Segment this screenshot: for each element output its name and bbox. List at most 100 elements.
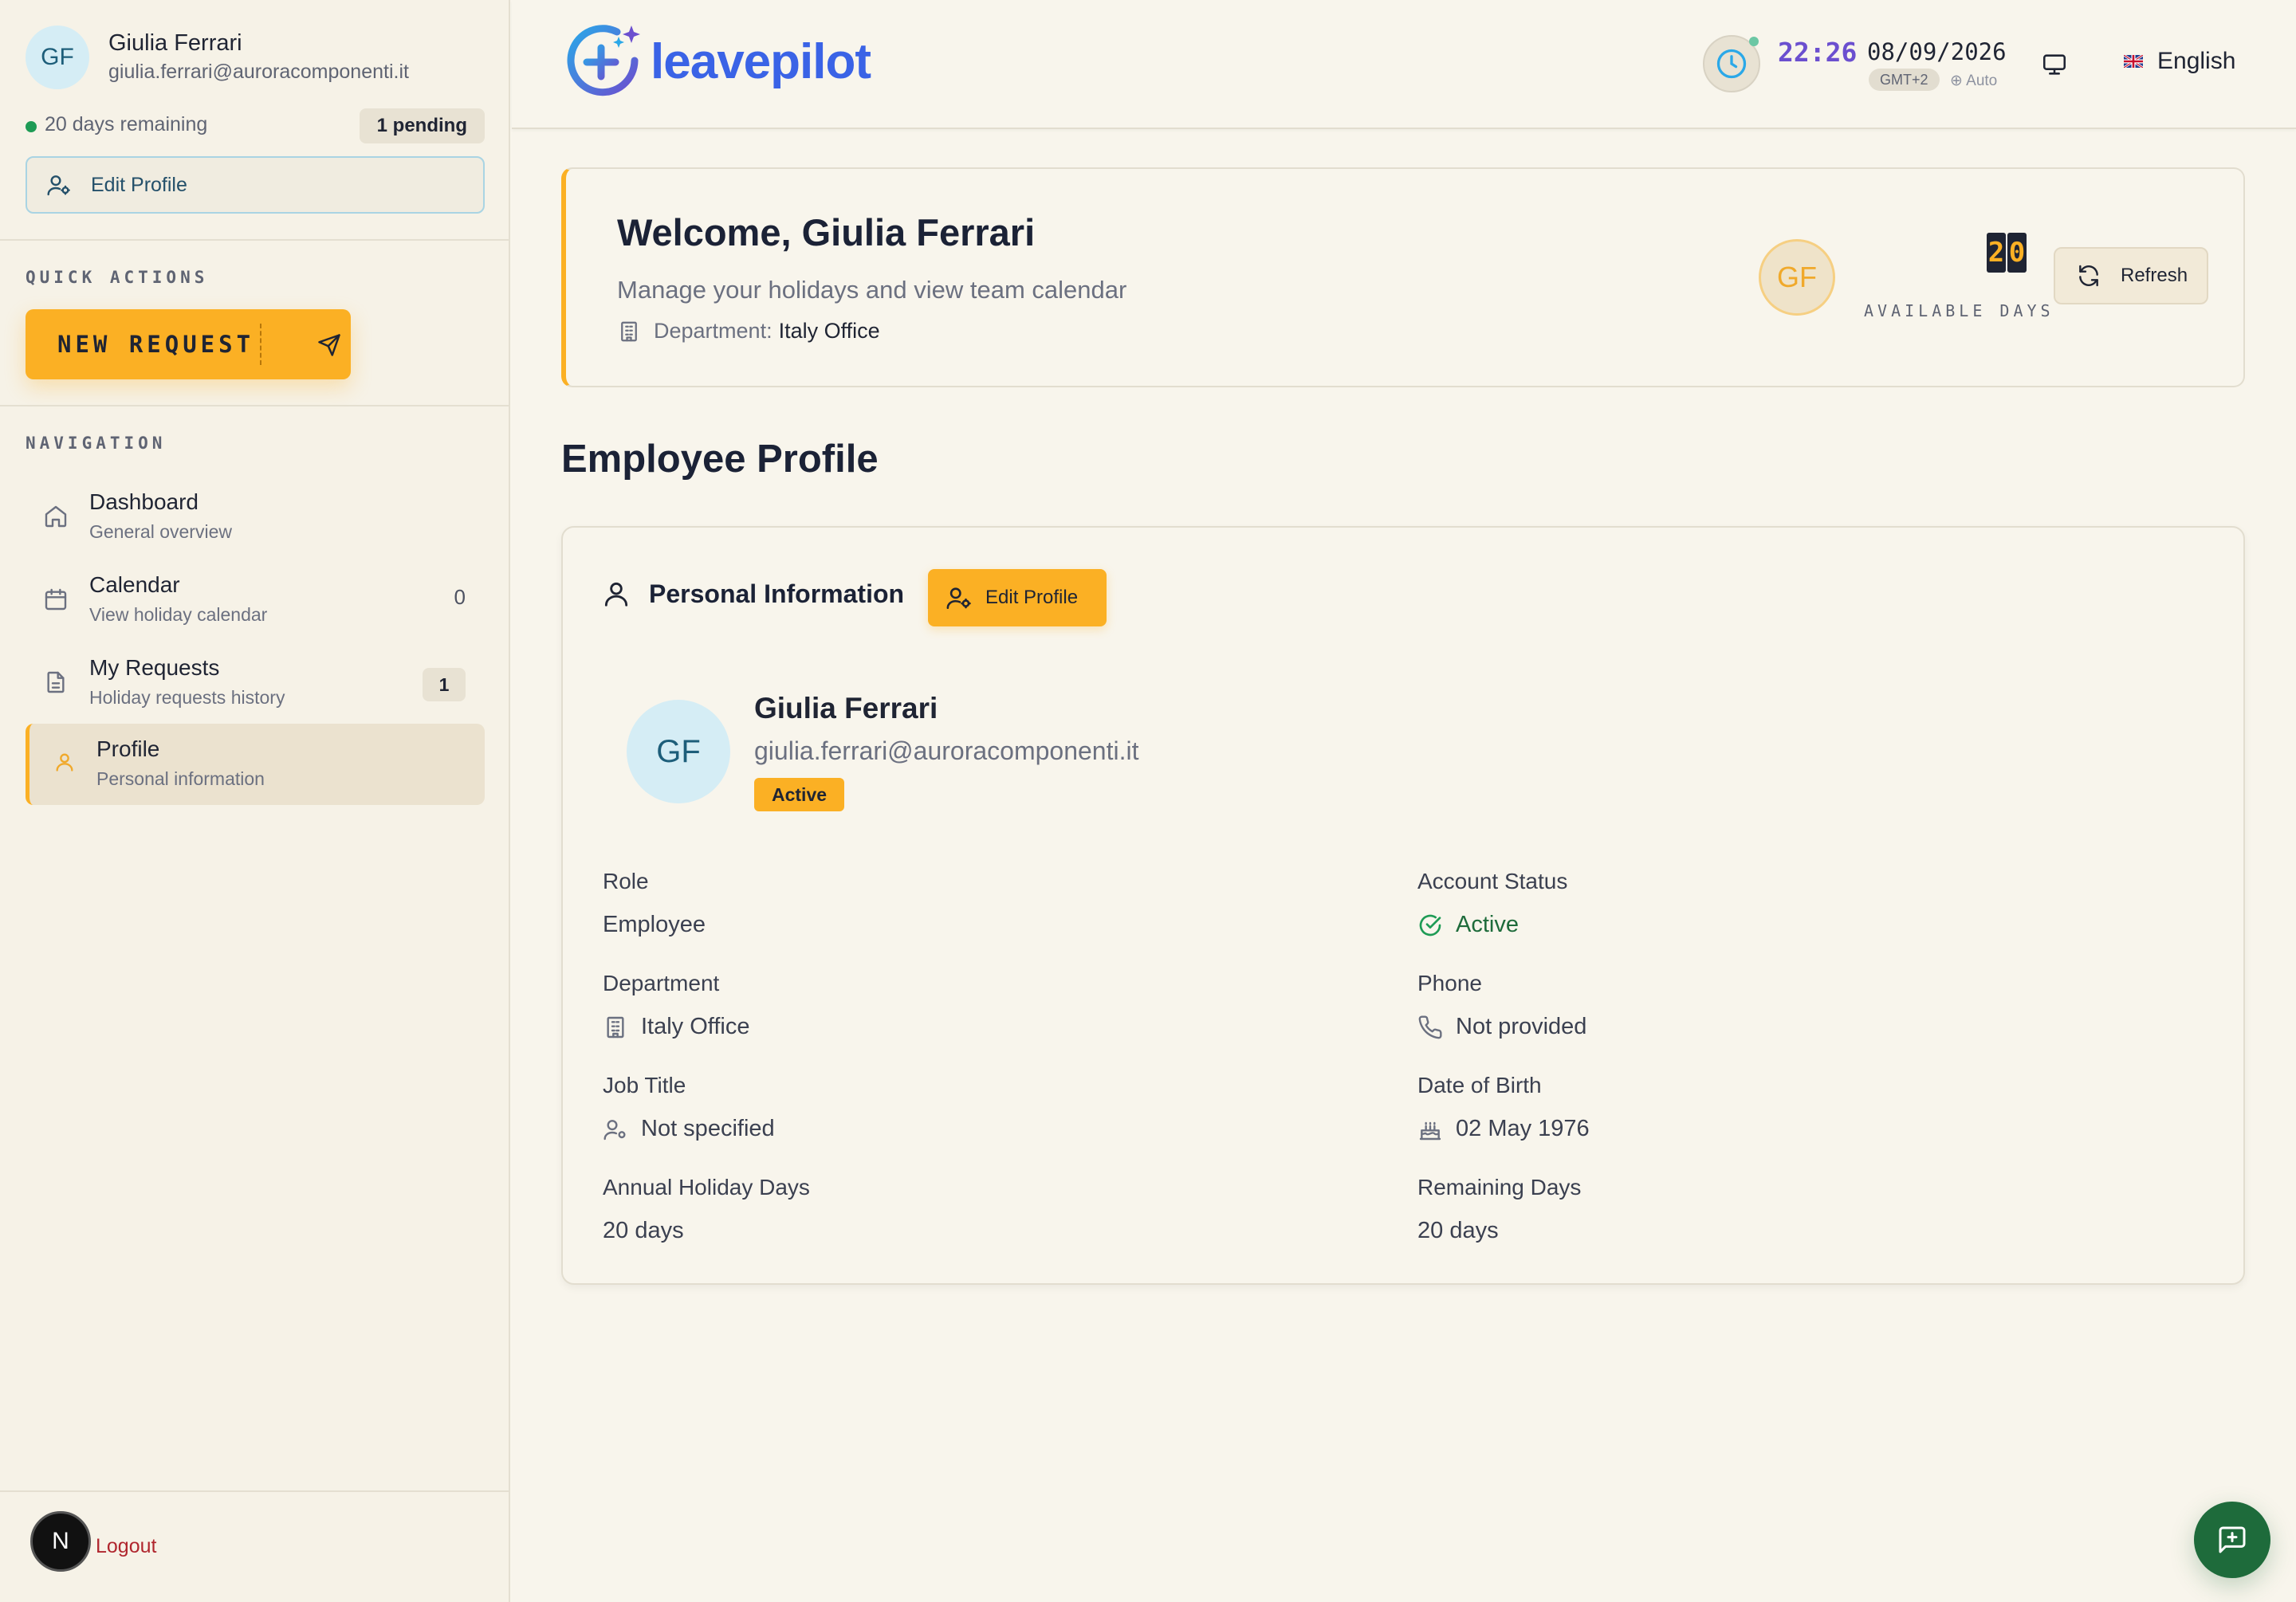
field-date-of-birth: Date of Birth 02 May 1976 [1417, 1073, 1590, 1142]
personal-information-card: Personal Information Edit Profile GF Giu… [561, 526, 2245, 1285]
sidebar-item-title: Dashboard [89, 489, 199, 514]
uk-flag-icon [2124, 55, 2143, 68]
field-role: Role Employee [603, 869, 706, 938]
refresh-button[interactable]: Refresh [2054, 247, 2208, 304]
sidebar-item-subtitle: Personal information [96, 768, 265, 789]
document-icon [47, 671, 65, 693]
online-dot-icon [1749, 37, 1759, 46]
feedback-button[interactable] [2194, 1502, 2270, 1578]
logo-wordmark: leavepilot [651, 34, 871, 89]
field-phone: Phone Not provided [1417, 971, 1586, 1040]
remaining-days-value: 20 days [1417, 1218, 1499, 1243]
field-value: Italy Office [603, 1014, 749, 1040]
phone-value: Not provided [1456, 1014, 1587, 1039]
monitor-icon[interactable] [2041, 51, 2068, 78]
profile-name: Giulia Ferrari [754, 692, 938, 724]
status-dot-icon [26, 121, 37, 132]
days-remaining-text: 20 days remaining [45, 113, 208, 135]
field-label: Phone [1417, 971, 1482, 995]
avatar: GF [26, 26, 89, 89]
language-selector[interactable]: English [2124, 48, 2235, 75]
divider [0, 405, 510, 406]
calendar-icon [45, 588, 67, 611]
field-account-status: Account Status Active [1417, 869, 1567, 938]
sidebar-item-calendar[interactable]: Calendar View holiday calendar 0 [26, 560, 485, 641]
avatar: GF [627, 700, 730, 803]
available-days-label: AVAILABLE DAYS [1864, 301, 2054, 320]
profile-email: giulia.ferrari@auroracomponenti.it [754, 736, 1139, 765]
clock-icon [1716, 49, 1747, 79]
section-title: Personal Information [649, 579, 905, 608]
welcome-department: Department: Italy Office [617, 319, 880, 344]
logo-icon [567, 25, 640, 96]
field-label: Remaining Days [1417, 1175, 1582, 1200]
new-request-button[interactable]: NEW REQUEST [26, 309, 351, 379]
sidebar: GF Giulia Ferrari giulia.ferrari@aurorac… [0, 0, 510, 1602]
divider [0, 1490, 510, 1492]
days-remaining-row: 20 days remaining 1 pending [26, 108, 485, 143]
user-email: giulia.ferrari@auroracomponenti.it [108, 61, 409, 83]
welcome-title: Welcome, Giulia Ferrari [617, 211, 1036, 253]
available-days-counter: 2 0 [1985, 233, 2027, 273]
send-icon [318, 334, 340, 356]
field-department: Department Italy Office [603, 971, 749, 1040]
status-badge: Active [754, 778, 845, 811]
sidebar-item-title: Calendar [89, 572, 180, 597]
refresh-label: Refresh [2121, 265, 2188, 286]
sidebar-item-title: My Requests [89, 655, 220, 680]
section-header: Personal Information [601, 579, 904, 609]
logout-link[interactable]: Logout [96, 1535, 156, 1558]
navigation-heading: NAVIGATION [26, 434, 167, 453]
requests-count-badge: 1 [423, 668, 466, 701]
building-icon [621, 321, 637, 341]
cake-icon [1419, 1121, 1441, 1140]
field-label: Account Status [1417, 869, 1568, 893]
field-value: Employee [603, 912, 706, 938]
field-value: 20 days [603, 1218, 810, 1244]
sidebar-item-dashboard[interactable]: Dashboard General overview [26, 477, 485, 558]
sidebar-item-title: Profile [96, 736, 160, 761]
field-job-title: Job Title Not specified [603, 1073, 775, 1142]
account-status-value: Active [1456, 912, 1519, 937]
user-gear-icon [946, 587, 971, 610]
field-value: 20 days [1417, 1218, 1581, 1244]
department-value: Italy Office [641, 1014, 750, 1039]
user-gear-icon [47, 175, 70, 196]
field-label: Department [603, 971, 720, 995]
current-time: 22:26 [1778, 37, 1858, 68]
edit-profile-button[interactable]: Edit Profile [928, 569, 1107, 626]
dob-value: 02 May 1976 [1456, 1116, 1590, 1141]
sidebar-item-my-requests[interactable]: My Requests Holiday requests history 1 [26, 642, 485, 724]
field-value: Not provided [1417, 1014, 1586, 1040]
language-label: English [2157, 48, 2236, 74]
sidebar-item-profile[interactable]: Profile Personal information [26, 724, 485, 805]
phone-icon [1418, 1015, 1442, 1039]
department-value: Italy Office [778, 319, 880, 343]
timezone-mode: ⊕ Auto [1950, 73, 1998, 89]
field-label: Annual Holiday Days [603, 1175, 810, 1200]
user-name: Giulia Ferrari [108, 30, 242, 56]
divider [0, 239, 510, 241]
current-date: 08/09/2026 [1867, 38, 2007, 65]
timezone-badge: GMT+2 [1869, 69, 1940, 91]
field-label: Role [603, 869, 649, 893]
edit-profile-sidebar-label: Edit Profile [91, 173, 187, 196]
logout-avatar[interactable]: N [30, 1511, 91, 1572]
top-bar: leavepilot 22:26 08/09/2026 GMT+2 ⊕ Auto… [512, 0, 2296, 129]
user-icon [604, 582, 628, 607]
message-plus-icon [2219, 1526, 2246, 1553]
building-icon [607, 1016, 624, 1038]
sidebar-item-subtitle: General overview [89, 521, 232, 542]
edit-profile-sidebar-button[interactable]: Edit Profile [26, 156, 485, 214]
field-value: Not specified [603, 1116, 775, 1142]
page-title: Employee Profile [561, 438, 879, 481]
button-separator [260, 324, 261, 365]
field-value: 02 May 1976 [1417, 1116, 1590, 1142]
pending-badge: 1 pending [359, 108, 485, 143]
sidebar-item-subtitle: View holiday calendar [89, 604, 268, 625]
annual-days-value: 20 days [603, 1218, 684, 1243]
user-icon [56, 753, 73, 772]
new-request-label: NEW REQUEST [57, 331, 255, 358]
department-label: Department: [654, 319, 773, 343]
welcome-subtitle: Manage your holidays and view team calen… [617, 276, 1127, 304]
